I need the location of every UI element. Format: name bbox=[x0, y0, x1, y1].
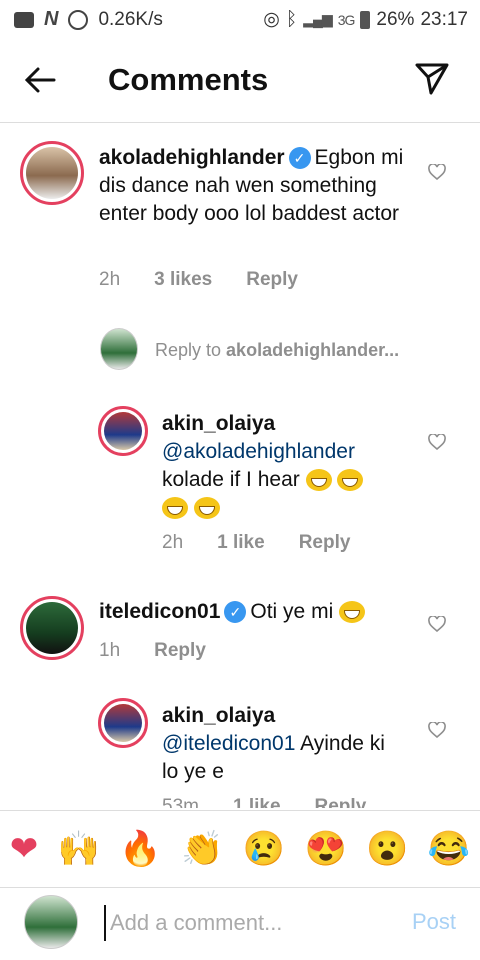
comment-meta: 2h 3 likes Reply bbox=[99, 269, 298, 291]
app-n-icon: N bbox=[44, 8, 59, 30]
avatar bbox=[24, 895, 78, 949]
heart-emoji-button[interactable]: ❤ bbox=[10, 829, 39, 869]
comment-input[interactable] bbox=[104, 905, 392, 941]
comment-time: 2h bbox=[162, 532, 184, 553]
comment-time: 1h bbox=[99, 640, 121, 661]
comment-text: kolade if I hear bbox=[162, 468, 300, 491]
comment-time: 53m bbox=[162, 796, 199, 808]
avatar[interactable] bbox=[98, 698, 148, 748]
like-heart-icon[interactable] bbox=[428, 164, 446, 180]
arrow-left-icon bbox=[24, 67, 56, 93]
crying-emoji-button[interactable]: 😢 bbox=[243, 829, 285, 869]
comment-meta: 1h Reply bbox=[99, 640, 206, 662]
reply-button[interactable]: Reply bbox=[299, 532, 351, 554]
mention-link[interactable]: @akoladehighlander bbox=[162, 438, 402, 466]
page-title: Comments bbox=[108, 62, 269, 97]
post-button[interactable]: Post bbox=[412, 909, 456, 935]
reply-prompt[interactable]: Reply to akoladehighlander... bbox=[0, 322, 480, 382]
like-heart-icon[interactable] bbox=[428, 616, 446, 632]
comment-meta: 2h 1 like Reply bbox=[162, 532, 350, 554]
likes-count[interactable]: 1 like bbox=[233, 796, 281, 808]
raising-hands-emoji-button[interactable]: 🙌 bbox=[58, 829, 100, 869]
verified-badge-icon: ✓ bbox=[288, 147, 311, 170]
heart-eyes-emoji-button[interactable]: 😍 bbox=[304, 829, 346, 869]
bluetooth-icon: ᛒ bbox=[285, 8, 298, 30]
reply-button[interactable]: Reply bbox=[246, 269, 298, 291]
status-bar: N 0.26K/s ◎ ᛒ ▂▄▆ 3G 26% 23:17 bbox=[0, 0, 480, 38]
network-speed: 0.26K/s bbox=[98, 8, 163, 30]
comment-username[interactable]: akoladehighlander bbox=[99, 146, 285, 169]
header: Comments bbox=[0, 42, 480, 123]
back-button[interactable] bbox=[22, 62, 62, 98]
surprised-emoji-button[interactable]: 😮 bbox=[366, 829, 408, 869]
laughing-emoji-icon bbox=[193, 497, 220, 520]
message-icon bbox=[14, 11, 34, 28]
hotspot-icon: ◎ bbox=[263, 9, 280, 30]
avatar[interactable] bbox=[20, 141, 84, 205]
paper-plane-icon bbox=[415, 63, 449, 95]
laughing-emoji-icon bbox=[337, 469, 364, 492]
whatsapp-icon bbox=[68, 9, 89, 30]
like-heart-icon[interactable] bbox=[428, 722, 446, 738]
comment-text: Oti ye mi bbox=[250, 600, 334, 623]
signal-icon: ▂▄▆ bbox=[303, 11, 332, 27]
reply-prompt-prefix: Reply to bbox=[155, 340, 227, 360]
emoji-quick-bar: ❤ 🙌 🔥 👏 😢 😍 😮 😂 bbox=[0, 810, 480, 888]
comment: akoladehighlander ✓ Egbon mi dis dance nah… bbox=[0, 124, 480, 304]
clock: 23:17 bbox=[420, 8, 468, 30]
comment-username[interactable]: akin_olaiya bbox=[162, 702, 402, 730]
comment-meta: 53m 1 like Reply bbox=[162, 796, 366, 808]
avatar[interactable] bbox=[20, 596, 84, 660]
fire-emoji-button[interactable]: 🔥 bbox=[119, 829, 161, 869]
laughing-emoji-icon bbox=[162, 497, 188, 520]
comment-reply: akin_olaiya @iteledicon01 Ayinde ki lo y… bbox=[0, 694, 480, 808]
comment-composer: Post bbox=[0, 887, 480, 960]
likes-count[interactable]: 3 likes bbox=[154, 269, 212, 291]
reply-button[interactable]: Reply bbox=[154, 640, 206, 662]
likes-count[interactable]: 1 like bbox=[217, 532, 265, 554]
comments-list[interactable]: akoladehighlander ✓ Egbon mi dis dance nah… bbox=[0, 124, 480, 808]
laughing-emoji-icon bbox=[305, 469, 332, 492]
share-button[interactable] bbox=[414, 60, 450, 96]
comment-reply: akin_olaiya @akoladehighlander kolade if… bbox=[0, 404, 480, 564]
mention-link[interactable]: @iteledicon01 bbox=[162, 732, 295, 755]
comment: iteledicon01 ✓ Oti ye mi 1h Reply bbox=[0, 592, 480, 672]
comment-username[interactable]: akin_olaiya bbox=[162, 410, 402, 438]
avatar bbox=[100, 328, 138, 370]
battery-icon bbox=[360, 10, 371, 29]
reply-prompt-user: akoladehighlander... bbox=[226, 340, 400, 360]
network-type: 3G bbox=[337, 11, 356, 28]
avatar[interactable] bbox=[98, 406, 148, 456]
battery-level: 26% bbox=[376, 8, 415, 30]
reply-button[interactable]: Reply bbox=[315, 796, 367, 808]
verified-badge-icon: ✓ bbox=[224, 601, 247, 624]
like-heart-icon[interactable] bbox=[428, 434, 446, 450]
clapping-emoji-button[interactable]: 👏 bbox=[181, 829, 223, 869]
comment-username[interactable]: iteledicon01 bbox=[99, 600, 220, 623]
smiling-emoji-icon bbox=[339, 601, 366, 624]
comment-time: 2h bbox=[99, 269, 121, 290]
laughing-emoji-button[interactable]: 😂 bbox=[428, 829, 470, 869]
